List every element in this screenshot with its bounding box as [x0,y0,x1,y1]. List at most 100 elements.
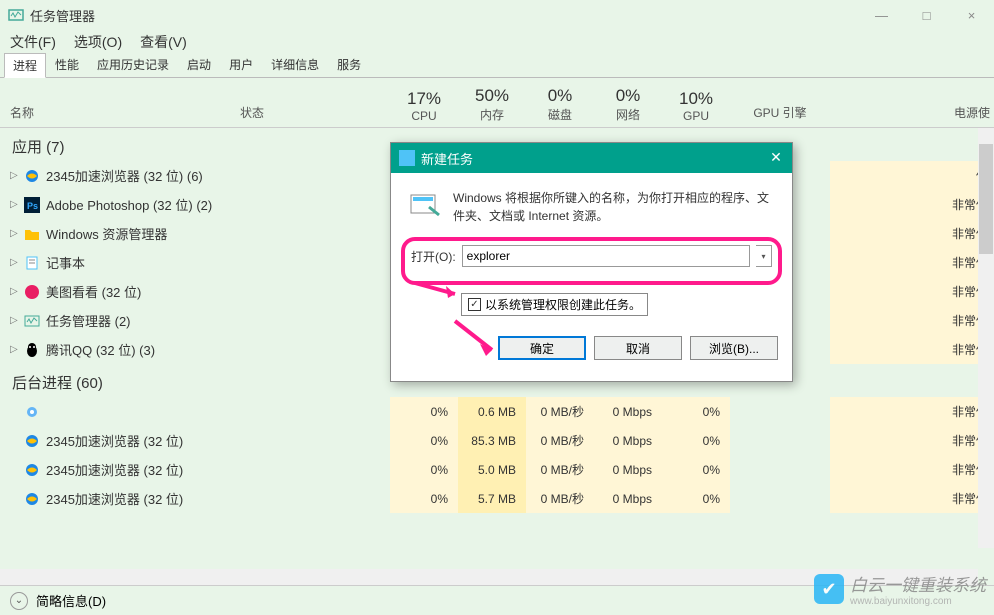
net-cell: 0 Mbps [594,484,662,513]
net-cell: 0 Mbps [594,455,662,484]
run-dialog-icon [409,189,441,221]
dialog-title-text: 新建任务 [421,149,473,168]
power-cell: 非常低 [830,484,994,513]
process-row[interactable]: 2345加速浏览器 (32 位) 0% 5.7 MB 0 MB/秒 0 Mbps… [0,484,994,513]
tab-performance[interactable]: 性能 [46,52,88,77]
header-disk[interactable]: 0% 磁盘 [526,78,594,127]
run-icon [399,150,415,166]
minimize-button[interactable]: — [859,0,904,30]
vertical-scrollbar[interactable] [978,128,994,548]
expand-icon[interactable]: ▷ [10,228,22,239]
titlebar: 任务管理器 — □ × [0,0,994,30]
gpuengine-cell [730,484,830,513]
dialog-close-button[interactable]: ✕ [766,147,786,167]
expand-icon[interactable]: ▷ [10,286,22,297]
expand-details-button[interactable]: ⌄ [10,592,28,610]
tab-users[interactable]: 用户 [220,52,262,77]
header-gpu[interactable]: 10% GPU [662,78,730,127]
gpu-cell: 0% [662,426,730,455]
tab-details[interactable]: 详细信息 [262,52,328,77]
process-name: Adobe Photoshop (32 位) (2) [46,195,212,214]
expand-icon[interactable]: ▷ [10,257,22,268]
cpu-cell: 0% [390,484,458,513]
tab-startup[interactable]: 启动 [178,52,220,77]
open-label: 打开(O): [411,248,456,265]
svg-text:Ps: Ps [27,201,38,211]
expand-icon[interactable]: ▷ [10,344,22,355]
header-cpu[interactable]: 17% CPU [390,78,458,127]
scrollbar-thumb[interactable] [979,144,993,254]
header-net[interactable]: 0% 网络 [594,78,662,127]
header-mem[interactable]: 50% 内存 [458,78,526,127]
header-gpu-engine[interactable]: GPU 引擎 [730,78,830,127]
expand-icon[interactable]: ▷ [10,199,22,210]
app-icon [24,168,40,184]
app-icon: Ps [24,197,40,213]
process-row[interactable]: 0% 0.6 MB 0 MB/秒 0 Mbps 0% 非常低 [0,397,994,426]
process-name: 2345加速浏览器 (32 位) [46,431,183,450]
app-icon [24,433,40,449]
open-input[interactable] [462,245,750,267]
net-cell: 0 Mbps [594,397,662,426]
dropdown-arrow-icon[interactable]: ▾ [756,245,772,267]
close-button[interactable]: × [949,0,994,30]
process-name: Windows 资源管理器 [46,224,167,243]
gpu-cell: 0% [662,484,730,513]
browse-button[interactable]: 浏览(B)... [690,336,778,360]
disk-cell: 0 MB/秒 [526,455,594,484]
expand-icon[interactable]: ▷ [10,170,22,181]
power-cell: 非常低 [830,190,994,219]
power-cell: 非常低 [830,455,994,484]
dialog-titlebar[interactable]: 新建任务 ✕ [391,143,792,173]
highlight-annotation: 打开(O): ▾ [401,237,782,285]
app-icon [24,342,40,358]
header-power[interactable]: 电源使 [830,78,994,127]
tabbar: 进程 性能 应用历史记录 启动 用户 详细信息 服务 [0,54,994,78]
brief-info-label[interactable]: 简略信息(D) [36,591,106,610]
disk-cell: 0 MB/秒 [526,426,594,455]
app-icon [24,226,40,242]
menu-file[interactable]: 文件(F) [6,30,60,54]
gpu-cell: 0% [662,455,730,484]
process-name: 2345加速浏览器 (32 位) [46,489,183,508]
cpu-cell: 0% [390,397,458,426]
admin-checkbox-row[interactable]: ✓ 以系统管理权限创建此任务。 [461,293,648,316]
net-pct: 0% [616,86,641,106]
header-status[interactable]: 状态 [240,78,390,127]
window-title: 任务管理器 [30,6,95,25]
gpu-cell: 0% [662,397,730,426]
mem-label: 内存 [480,106,504,123]
admin-checkbox-label: 以系统管理权限创建此任务。 [485,296,641,313]
process-row[interactable]: 2345加速浏览器 (32 位) 0% 5.0 MB 0 MB/秒 0 Mbps… [0,455,994,484]
process-name: 2345加速浏览器 (32 位) (6) [46,166,203,185]
gpu-pct: 10% [679,89,713,109]
tab-processes[interactable]: 进程 [4,53,46,78]
cancel-button[interactable]: 取消 [594,336,682,360]
taskmgr-icon [8,7,24,23]
app-icon [24,313,40,329]
mem-cell: 5.0 MB [458,455,526,484]
gpuengine-cell [730,397,830,426]
cpu-label: CPU [411,109,436,123]
process-name: 腾讯QQ (32 位) (3) [46,340,155,359]
ok-button[interactable]: 确定 [498,336,586,360]
menu-options[interactable]: 选项(O) [70,30,126,54]
maximize-button[interactable]: □ [904,0,949,30]
process-name: 美图看看 (32 位) [46,282,141,301]
expand-icon[interactable]: ▷ [10,315,22,326]
gpuengine-cell [730,426,830,455]
tab-services[interactable]: 服务 [328,52,370,77]
watermark-text: 白云一键重装系统 [850,571,986,596]
power-cell: 非常低 [830,219,994,248]
menu-view[interactable]: 查看(V) [136,30,191,54]
net-label: 网络 [616,106,640,123]
watermark-url: www.baiyunxitong.com [850,596,986,607]
admin-checkbox[interactable]: ✓ [468,298,481,311]
process-row[interactable]: 2345加速浏览器 (32 位) 0% 85.3 MB 0 MB/秒 0 Mbp… [0,426,994,455]
tab-history[interactable]: 应用历史记录 [88,52,178,77]
header-name[interactable]: 名称 [0,78,240,127]
process-name: 任务管理器 (2) [46,311,131,330]
app-icon [24,491,40,507]
power-cell: 非常低 [830,306,994,335]
disk-label: 磁盘 [548,106,572,123]
